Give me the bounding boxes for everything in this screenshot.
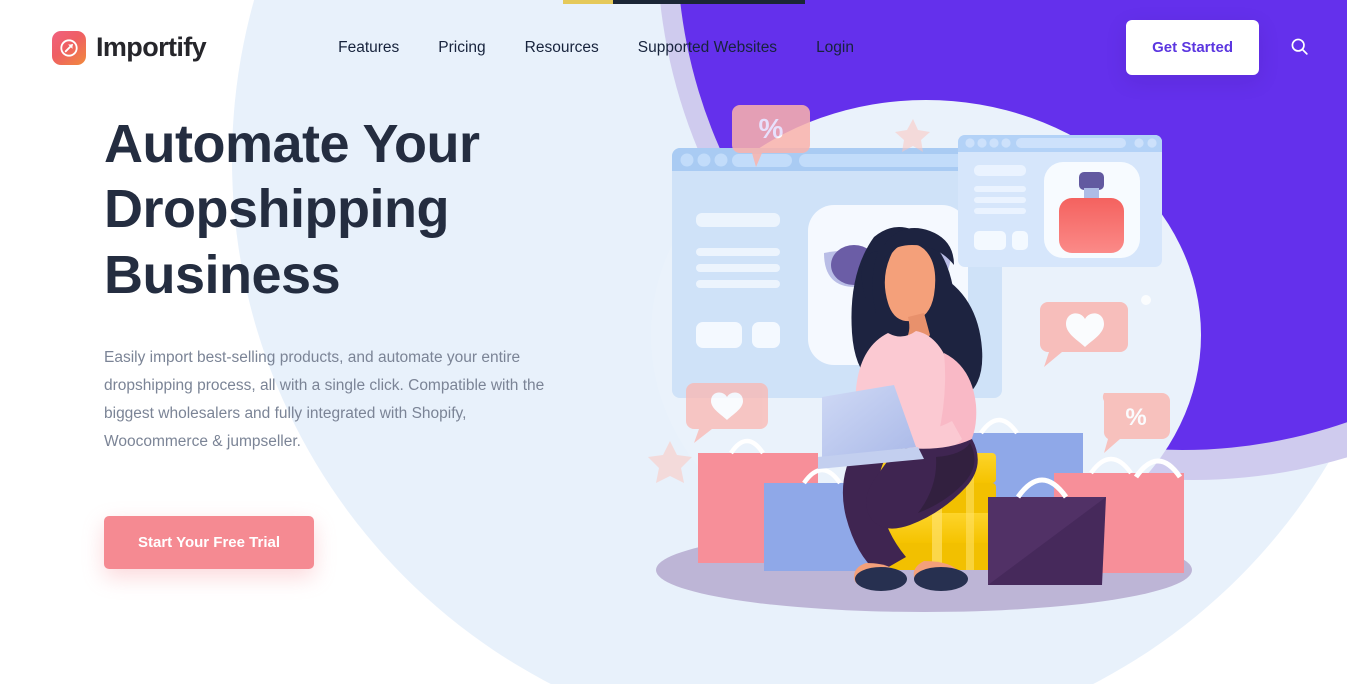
search-button[interactable] bbox=[1271, 20, 1327, 76]
circular-arrow-icon bbox=[52, 30, 86, 65]
header-actions: Get Started bbox=[1126, 20, 1347, 76]
search-icon bbox=[1289, 36, 1310, 60]
headline-line-2: Dropshipping bbox=[104, 179, 449, 240]
nav-item-features[interactable]: Features bbox=[338, 39, 399, 57]
nav-item-supported-websites[interactable]: Supported Websites bbox=[638, 39, 777, 57]
progress-segment-yellow bbox=[563, 0, 613, 4]
nav-item-pricing[interactable]: Pricing bbox=[438, 39, 485, 57]
headline-line-3: Business bbox=[104, 244, 341, 305]
landing-page: Importify Features Pricing Resources Sup… bbox=[0, 0, 1347, 684]
site-header: Importify Features Pricing Resources Sup… bbox=[0, 0, 1347, 95]
logo-text: Importify bbox=[96, 32, 207, 62]
progress-segment-dark bbox=[613, 0, 805, 4]
svg-text:%: % bbox=[759, 113, 784, 144]
top-progress-bar bbox=[563, 0, 805, 4]
main-navigation: Features Pricing Resources Supported Web… bbox=[338, 39, 854, 57]
nav-item-resources[interactable]: Resources bbox=[525, 39, 599, 57]
start-free-trial-button[interactable]: Start Your Free Trial bbox=[104, 515, 314, 569]
dot-decoration bbox=[1141, 295, 1151, 305]
hero-illustration: % % bbox=[636, 85, 1216, 625]
nav-item-login[interactable]: Login bbox=[816, 39, 854, 57]
logo-link[interactable]: Importify bbox=[52, 30, 207, 65]
get-started-button[interactable]: Get Started bbox=[1126, 20, 1259, 75]
hero-section: Automate Your Dropshipping Business Easi… bbox=[104, 112, 624, 569]
page-title: Automate Your Dropshipping Business bbox=[104, 112, 624, 308]
svg-text:%: % bbox=[1125, 404, 1146, 431]
browser-window-perfume bbox=[958, 135, 1162, 267]
headline-line-1: Automate Your bbox=[104, 114, 480, 174]
hero-description: Easily import best-selling products, and… bbox=[104, 348, 545, 450]
